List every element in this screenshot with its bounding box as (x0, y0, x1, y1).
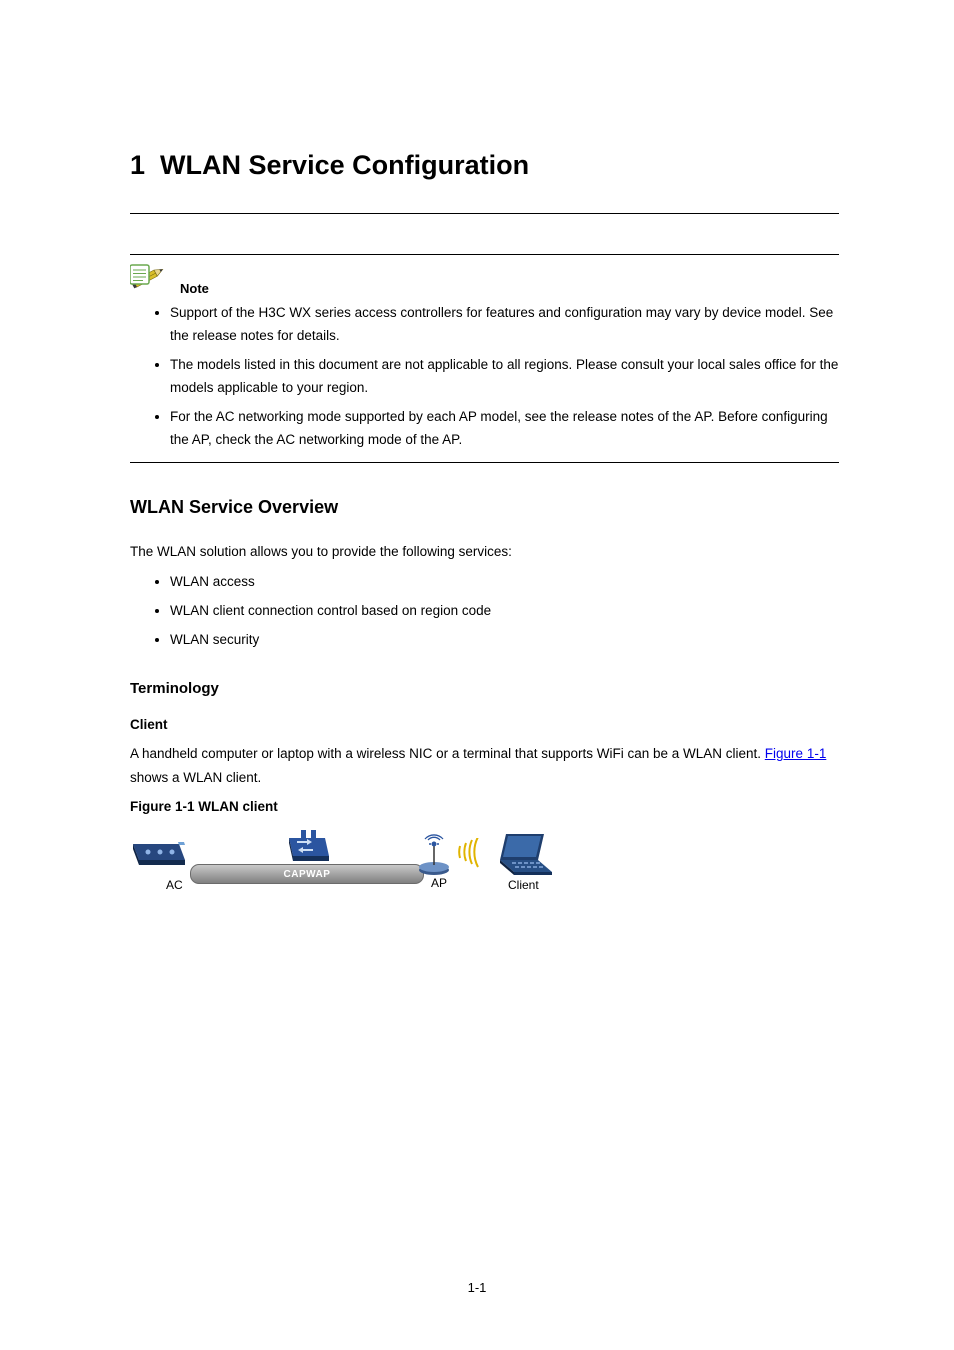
client-para-pre: A handheld computer or laptop with a wir… (130, 746, 765, 761)
subsection-heading-terminology: Terminology (130, 680, 839, 697)
switch-device-icon (283, 828, 331, 873)
note-header: Note (130, 261, 839, 296)
client-label: Client (508, 878, 539, 892)
overview-paragraph: The WLAN solution allows you to provide … (130, 540, 839, 564)
note-rule-bottom (130, 462, 839, 463)
note-icon (130, 261, 174, 296)
title-rule (130, 213, 839, 214)
figure-link[interactable]: Figure 1-1 (765, 746, 827, 761)
term-heading-client: Client (130, 717, 839, 732)
chapter-title: 1 WLAN Service Configuration (130, 150, 839, 181)
overview-item: WLAN access (170, 571, 839, 594)
chapter-title-text: WLAN Service Configuration (160, 150, 529, 180)
ac-device-icon (130, 836, 188, 873)
client-device-icon (494, 830, 554, 883)
note-item: Support of the H3C WX series access cont… (170, 302, 839, 348)
note-label: Note (180, 281, 209, 296)
page-number: 1-1 (0, 1280, 954, 1295)
figure-number: Figure 1-1 (130, 799, 195, 814)
section-heading-overview: WLAN Service Overview (130, 497, 839, 518)
ap-device-icon (414, 834, 454, 881)
ap-label: AP (431, 876, 447, 890)
wireless-signal-icon (454, 838, 494, 873)
figure-diagram: CAPWAP AC (130, 820, 560, 904)
ac-label: AC (166, 878, 183, 892)
figure-title: WLAN client (198, 799, 278, 814)
client-para-post: shows a WLAN client. (130, 770, 261, 785)
figure-caption: Figure 1-1 WLAN client (130, 799, 839, 814)
note-item: The models listed in this document are n… (170, 354, 839, 400)
note-list: Support of the H3C WX series access cont… (130, 302, 839, 452)
note-item: For the AC networking mode supported by … (170, 406, 839, 452)
client-paragraph: A handheld computer or laptop with a wir… (130, 742, 839, 789)
overview-item: WLAN client connection control based on … (170, 600, 839, 623)
chapter-number: 1 (130, 150, 145, 180)
note-box: Note Support of the H3C WX series access… (130, 254, 839, 463)
note-rule-top (130, 254, 839, 255)
overview-item: WLAN security (170, 629, 839, 652)
overview-list: WLAN access WLAN client connection contr… (130, 571, 839, 652)
